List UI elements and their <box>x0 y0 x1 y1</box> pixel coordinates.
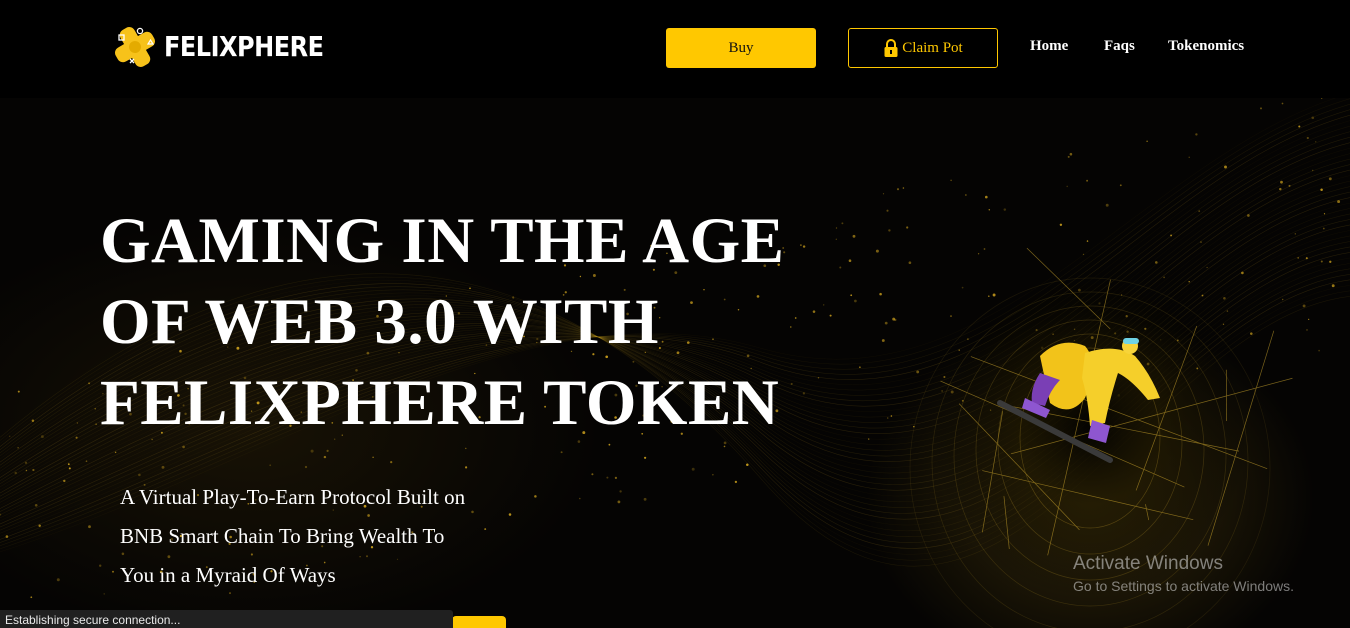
subtext-line: A Virtual Play-To-Earn Protocol Built on <box>120 485 466 509</box>
hero-cta-button[interactable] <box>452 616 506 628</box>
nav-faqs[interactable]: Faqs <box>1104 38 1135 55</box>
subtext-line: BNB Smart Chain To Bring Wealth To <box>120 524 445 548</box>
claim-pot-button[interactable]: Claim Pot <box>848 28 998 68</box>
nav-tokenomics[interactable]: Tokenomics <box>1168 38 1244 55</box>
hero-subtext: A Virtual Play-To-Earn Protocol Built on… <box>120 478 540 595</box>
hero-headline: GAMING IN THE AGE OF WEB 3.0 WITH FELIXP… <box>100 201 880 444</box>
subtext-line: You in a Myraid Of Ways <box>120 563 336 587</box>
windows-activation-title: Activate Windows <box>1073 553 1223 574</box>
buy-button-label: Buy <box>728 39 754 56</box>
hero-section: GAMING IN THE AGE OF WEB 3.0 WITH FELIXP… <box>0 98 1350 628</box>
claim-pot-label: Claim Pot <box>902 39 963 56</box>
headline-line: GAMING IN THE AGE <box>100 205 785 277</box>
browser-status-bar: Establishing secure connection... <box>0 610 453 628</box>
headline-line: FELIXPHERE TOKEN <box>100 367 780 439</box>
windows-activation-subtitle: Go to Settings to activate Windows. <box>1073 578 1294 594</box>
brand-logo[interactable]: FELIXPHERE <box>110 22 324 72</box>
lock-icon <box>884 39 898 57</box>
site-header: FELIXPHERE Buy Claim Pot Home Faqs Token… <box>0 0 1350 98</box>
buy-button[interactable]: Buy <box>666 28 816 68</box>
brand-name: FELIXPHERE <box>164 30 324 64</box>
nav-home[interactable]: Home <box>1030 38 1068 55</box>
headline-line: OF WEB 3.0 WITH <box>100 286 659 358</box>
gamepad-icon <box>115 27 155 67</box>
